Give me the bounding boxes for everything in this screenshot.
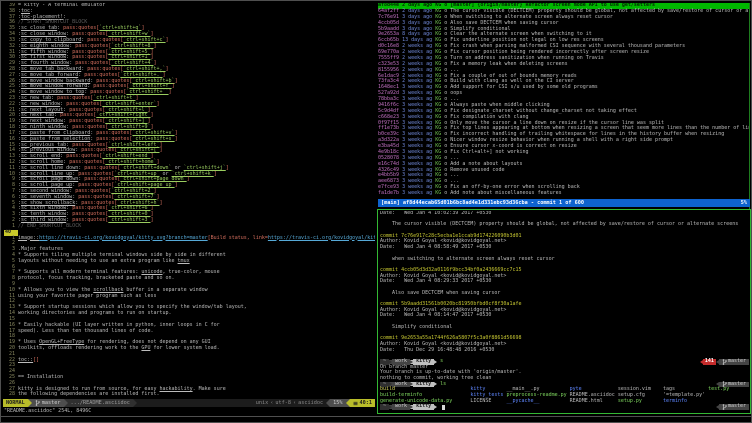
git-branch-icon bbox=[35, 400, 40, 406]
vim-editor-pane[interactable]: 39= kitty - A terminal emulator38:toc:37… bbox=[4, 3, 375, 399]
shell-output-line: The cursor visible (DECTCEM) property sh… bbox=[380, 222, 749, 228]
powerline-separator bbox=[434, 405, 437, 409]
tig-statusbar-text: [main] af8d44ecab65d01b6bc8ad4e1d331ebc9… bbox=[381, 200, 584, 206]
git-branch-icon bbox=[722, 359, 727, 365]
statusline-fileinfo: unix ‹ utf-8 ‹ asciidoc bbox=[253, 399, 326, 407]
shell-prompt-line[interactable]: ~workkitty master bbox=[380, 404, 749, 410]
prompt-git-branch: master bbox=[719, 404, 749, 410]
terminal-cursor bbox=[442, 405, 445, 410]
statusline-scroll-percent: 15% bbox=[330, 399, 345, 407]
shell-pane[interactable]: Date: Wed Jan 4 10:02:39 2017 +0530 The … bbox=[380, 211, 749, 412]
tig-scroll-percent: 5% bbox=[741, 200, 747, 206]
window-frame-bottom bbox=[1, 416, 752, 417]
tig-statusbar: [main] af8d44ecab65d01b6bc8ad4e1d331ebc9… bbox=[378, 199, 750, 207]
prompt-dir-segment: work bbox=[392, 404, 410, 410]
statusline-git-branch: master bbox=[32, 399, 64, 407]
vim-command-line[interactable]: "README.asciidoc" 254L, 8496C bbox=[4, 408, 375, 415]
prompt-cwd-segment: kitty bbox=[413, 404, 434, 410]
tig-pane-right-border bbox=[749, 3, 750, 209]
line-number: 28 bbox=[4, 392, 18, 398]
statusline-cursor-position: 40:1 bbox=[350, 399, 376, 407]
lines-icon bbox=[353, 401, 358, 406]
statusline-filename: .../README.asciidoc bbox=[68, 399, 133, 407]
kitty-terminal-window: 39= kitty - A terminal emulator38:toc:37… bbox=[0, 0, 752, 423]
vim-statusline: NORMAL master .../README.asciidoc unix ‹… bbox=[3, 399, 375, 407]
commit-row[interactable]: fa1de7b 3 weeks ag KG o Add note about m… bbox=[378, 191, 750, 197]
buffer-line[interactable]: 1image::https://travis-ci.org/kovidgoyal… bbox=[4, 236, 375, 242]
buffer-line[interactable]: 28the following dependencies are install… bbox=[4, 392, 375, 398]
prompt-git-branch: master bbox=[719, 359, 749, 365]
prompt-home-segment: ~ bbox=[380, 404, 389, 410]
tig-commit-browser-pane[interactable]: af8d44e 2 days ago KG o [master] {origin… bbox=[378, 3, 750, 199]
git-branch-icon bbox=[722, 404, 727, 410]
vim-mode-indicator: NORMAL bbox=[3, 399, 28, 407]
shell-command-text[interactable]: s bbox=[437, 359, 443, 365]
exit-status-badge: 141 bbox=[703, 359, 716, 365]
